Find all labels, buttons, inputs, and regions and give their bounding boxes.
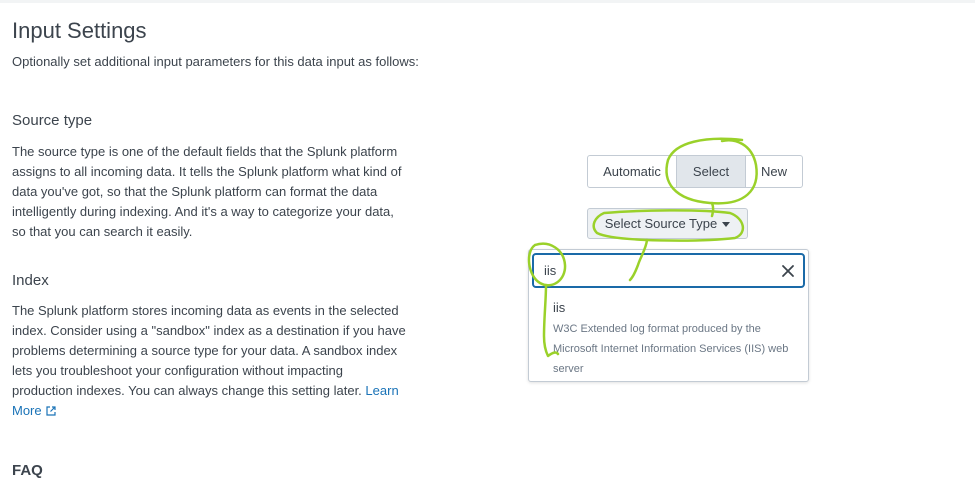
caret-down-icon (722, 221, 731, 227)
external-link-icon (46, 406, 56, 416)
source-type-description: The source type is one of the default fi… (12, 144, 402, 239)
source-type-search-box (532, 253, 805, 288)
source-type-heading: Source type (12, 112, 93, 129)
source-type-search-input[interactable] (544, 260, 774, 281)
page-subtitle: Optionally set additional input paramete… (12, 54, 419, 69)
option-name: iis (553, 300, 566, 315)
source-type-mode-toggle: Automatic Select New (587, 155, 803, 188)
top-border (0, 0, 975, 3)
select-source-type-label: Select Source Type (604, 216, 718, 231)
toggle-new[interactable]: New (746, 156, 802, 187)
faq-heading: FAQ (12, 462, 43, 478)
toggle-select[interactable]: Select (677, 156, 746, 187)
toggle-automatic[interactable]: Automatic (588, 156, 677, 187)
source-type-dropdown: iis W3C Extended log format produced by … (528, 249, 809, 382)
option-description: W3C Extended log format produced by the … (553, 323, 789, 375)
index-description: The Splunk platform stores incoming data… (12, 301, 407, 421)
close-icon[interactable] (781, 264, 795, 278)
index-heading: Index (12, 272, 49, 289)
index-description-text: The Splunk platform stores incoming data… (12, 303, 406, 398)
select-source-type-button[interactable]: Select Source Type (587, 208, 748, 239)
page-title: Input Settings (12, 18, 147, 43)
input-settings-page: Input Settings Optionally set additional… (0, 0, 975, 478)
